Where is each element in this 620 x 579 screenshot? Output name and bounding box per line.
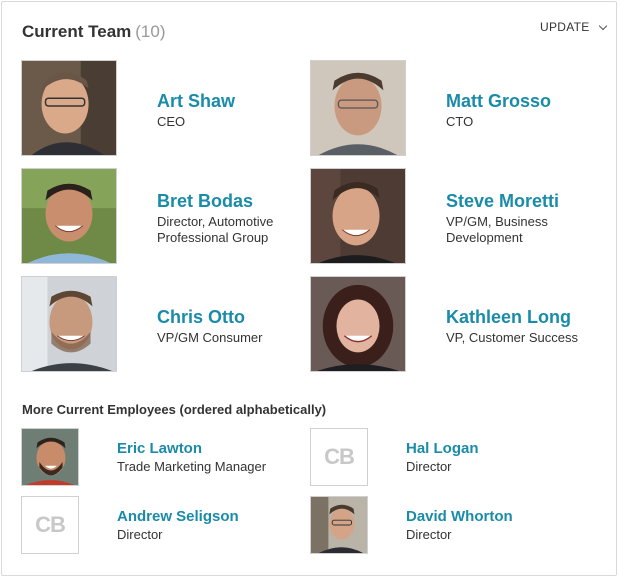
update-dropdown[interactable]: UPDATE bbox=[540, 20, 607, 34]
employee-role: Trade Marketing Manager bbox=[117, 459, 267, 474]
more-employees-heading: More Current Employees (ordered alphabet… bbox=[22, 402, 327, 417]
team-member-name[interactable]: Kathleen Long bbox=[446, 307, 571, 328]
team-member-role: CEO bbox=[157, 114, 186, 129]
employee-role: Director bbox=[406, 459, 452, 474]
chevron-down-icon bbox=[598, 21, 607, 30]
employee-name[interactable]: David Whorton bbox=[406, 508, 513, 525]
avatar[interactable] bbox=[310, 168, 406, 264]
employee-role: Director bbox=[117, 527, 163, 542]
employee-role: Director bbox=[406, 527, 452, 542]
team-member-name[interactable]: Chris Otto bbox=[157, 307, 245, 328]
team-member-role: VP, Customer Success bbox=[446, 330, 578, 345]
team-member-name[interactable]: Matt Grosso bbox=[446, 91, 551, 112]
employee-name[interactable]: Eric Lawton bbox=[117, 440, 202, 457]
avatar-placeholder[interactable]: CB bbox=[21, 496, 79, 554]
team-member-name[interactable]: Bret Bodas bbox=[157, 191, 253, 212]
current-team-card: Current Team (10) UPDATE Art Shaw CEO Mat… bbox=[1, 1, 617, 576]
team-member-role: CTO bbox=[446, 114, 474, 129]
team-member-name[interactable]: Steve Moretti bbox=[446, 191, 559, 212]
employee-name[interactable]: Hal Logan bbox=[406, 440, 479, 457]
avatar[interactable] bbox=[310, 276, 406, 372]
avatar-placeholder[interactable]: CB bbox=[310, 428, 368, 486]
avatar[interactable] bbox=[21, 168, 117, 264]
update-label: UPDATE bbox=[540, 20, 590, 34]
avatar[interactable] bbox=[310, 496, 368, 554]
avatar[interactable] bbox=[21, 428, 79, 486]
team-member-role: VP/GM Consumer bbox=[157, 330, 263, 345]
employee-name[interactable]: Andrew Seligson bbox=[117, 508, 239, 525]
team-member-role: Director, Automotive Professional Group bbox=[157, 214, 274, 245]
avatar[interactable] bbox=[21, 60, 117, 156]
section-title: Current Team (10) bbox=[22, 22, 166, 42]
avatar[interactable] bbox=[21, 276, 117, 372]
avatar[interactable] bbox=[310, 60, 406, 156]
section-title-text: Current Team bbox=[22, 22, 132, 41]
team-count: (10) bbox=[135, 22, 166, 41]
team-member-role: VP/GM, Business Development bbox=[446, 214, 548, 245]
team-member-name[interactable]: Art Shaw bbox=[157, 91, 235, 112]
